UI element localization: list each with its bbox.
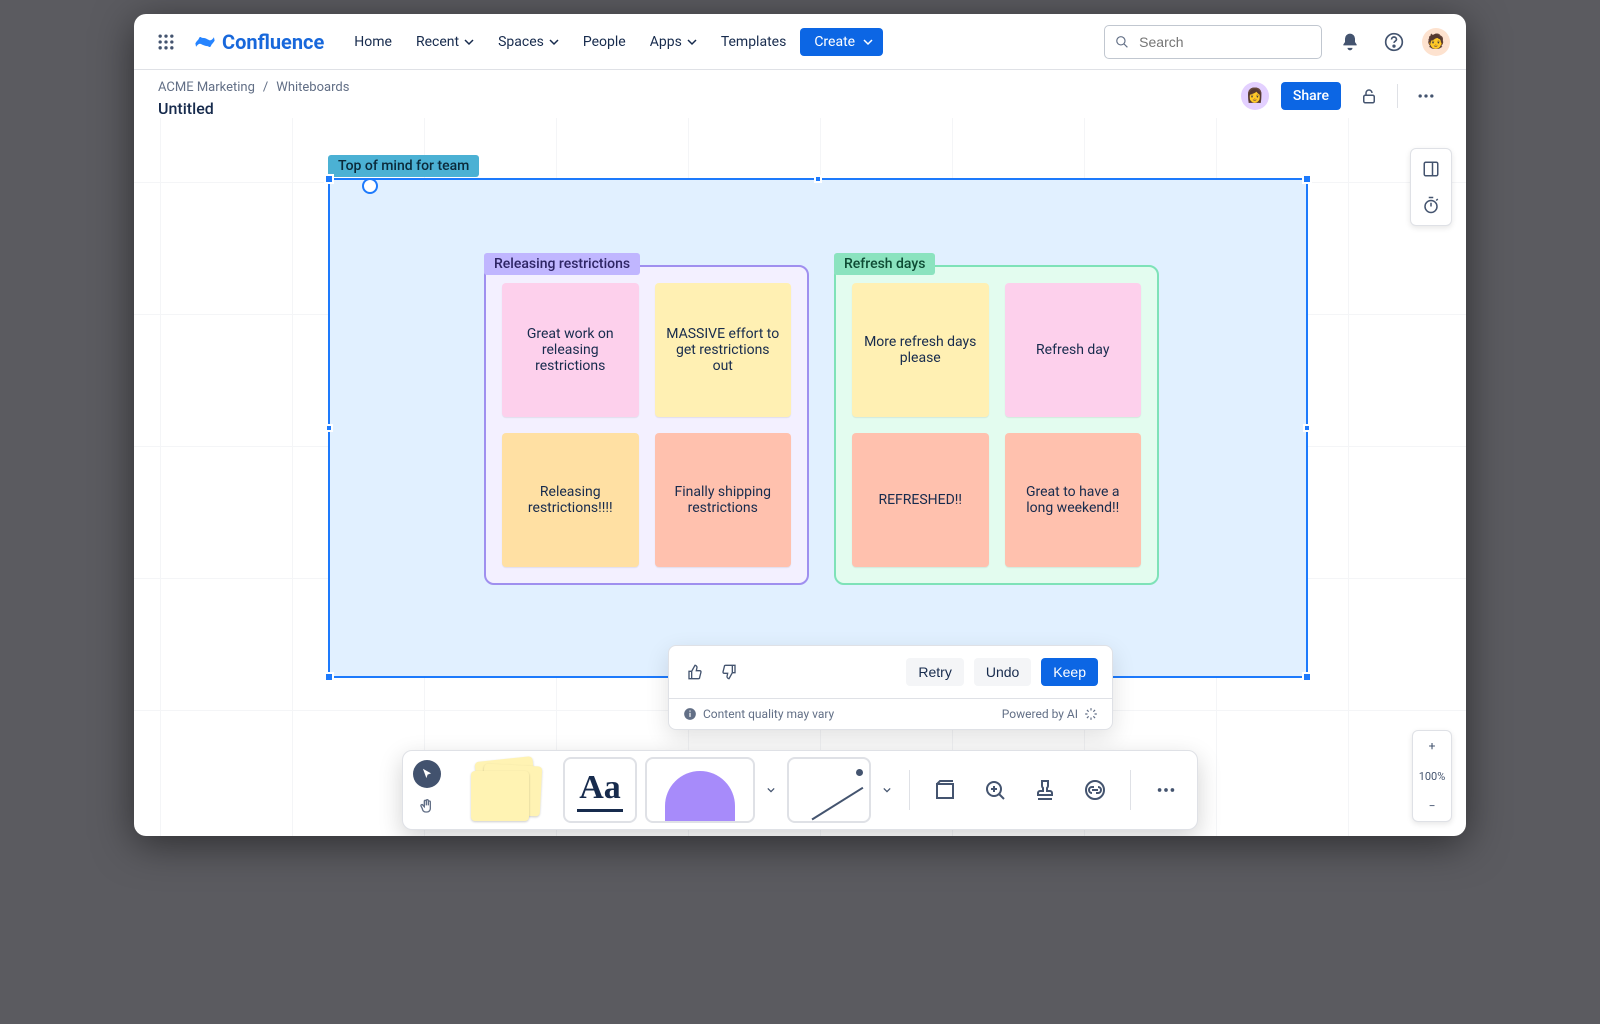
resize-handle[interactable] (814, 175, 822, 183)
ai-keep-button[interactable]: Keep (1041, 658, 1098, 686)
notifications-icon[interactable] (1334, 26, 1366, 58)
share-button[interactable]: Share (1281, 82, 1341, 110)
whiteboard-canvas[interactable]: Top of mind for team Releasing restricti… (134, 118, 1466, 836)
ai-undo-button[interactable]: Undo (974, 658, 1031, 686)
sticky-note[interactable]: Refresh day (1005, 283, 1142, 417)
resize-handle[interactable] (1302, 672, 1312, 682)
breadcrumb-page[interactable]: Whiteboards (276, 80, 349, 95)
resize-handle[interactable] (1303, 424, 1311, 432)
sticky-note[interactable]: Releasing restrictions!!!! (502, 433, 639, 567)
sticky-note[interactable]: More refresh days please (852, 283, 989, 417)
text-tool[interactable]: Aa (563, 757, 637, 823)
timer-icon[interactable] (1417, 191, 1445, 219)
panel-layout-icon[interactable] (1417, 155, 1445, 183)
chevron-down-icon (549, 37, 559, 47)
help-icon[interactable] (1378, 26, 1410, 58)
confluence-logo[interactable]: Confluence (194, 30, 324, 54)
bottom-toolbar: Aa (402, 750, 1198, 830)
brand-name: Confluence (222, 30, 324, 54)
nav-templates[interactable]: Templates (711, 28, 797, 56)
profile-avatar[interactable]: 🧑 (1422, 28, 1450, 56)
search-input[interactable] (1137, 33, 1311, 51)
sparkle-icon (1084, 707, 1098, 721)
resize-handle[interactable] (324, 174, 334, 184)
connector-dropdown[interactable] (879, 785, 895, 795)
more-tools-icon[interactable] (1145, 769, 1187, 811)
app-switcher-icon[interactable] (150, 26, 182, 58)
thumbs-down-icon[interactable] (717, 660, 741, 684)
restrictions-icon[interactable] (1353, 80, 1385, 112)
selection-frame[interactable]: Top of mind for team (328, 178, 1308, 678)
create-button[interactable]: Create (800, 28, 883, 56)
chevron-down-icon (464, 37, 474, 47)
resize-handle[interactable] (1302, 174, 1312, 184)
ai-disclaimer: Content quality may vary (703, 707, 834, 721)
sticky-note[interactable]: Finally shipping restrictions (655, 433, 792, 567)
nav-home[interactable]: Home (344, 28, 402, 56)
sticky-note[interactable]: MASSIVE effort to get restrictions out (655, 283, 792, 417)
zoom-level: 100% (1413, 761, 1451, 791)
resize-handle[interactable] (324, 672, 334, 682)
stamp-tool-icon[interactable] (1024, 769, 1066, 811)
breadcrumb-space[interactable]: ACME Marketing (158, 80, 255, 95)
shape-tool[interactable] (645, 757, 755, 823)
zoom-out-button[interactable]: − (1413, 791, 1451, 821)
thumbs-up-icon[interactable] (683, 660, 707, 684)
sticky-note[interactable]: Great to have a long weekend!! (1005, 433, 1142, 567)
sticky-note[interactable]: Great work on releasing restrictions (502, 283, 639, 417)
frame-tool-icon[interactable] (924, 769, 966, 811)
page-title[interactable]: Untitled (158, 99, 349, 118)
sticky-note-tool[interactable] (455, 757, 555, 823)
group-label[interactable]: Releasing restrictions (484, 253, 640, 275)
shape-dropdown[interactable] (763, 785, 779, 795)
zoom-controls: + 100% − (1412, 730, 1452, 822)
top-nav: Confluence Home Recent Spaces People App… (134, 14, 1466, 70)
search-icon (1115, 34, 1129, 50)
collaborator-avatar[interactable]: 👩 (1241, 82, 1269, 110)
link-tool-icon[interactable] (1074, 769, 1116, 811)
nav-spaces[interactable]: Spaces (488, 28, 569, 56)
group-label[interactable]: Refresh days (834, 253, 935, 275)
hand-mode-button[interactable] (413, 792, 441, 820)
nav-apps[interactable]: Apps (640, 28, 707, 56)
pointer-mode-button[interactable] (413, 760, 441, 788)
group-releasing-restrictions[interactable]: Releasing restrictions Great work on rel… (484, 265, 809, 585)
right-rail (1410, 148, 1452, 226)
chevron-down-icon (687, 37, 697, 47)
nav-recent[interactable]: Recent (406, 28, 484, 56)
more-actions-icon[interactable] (1410, 80, 1442, 112)
sticky-note[interactable]: REFRESHED!! (852, 433, 989, 567)
page-header: ACME Marketing / Whiteboards Untitled 👩 … (134, 70, 1466, 118)
info-icon (683, 707, 697, 721)
chevron-down-icon (863, 37, 873, 47)
nav-people[interactable]: People (573, 28, 636, 56)
connector-tool[interactable] (787, 757, 871, 823)
ai-retry-button[interactable]: Retry (906, 658, 963, 686)
breadcrumb: ACME Marketing / Whiteboards (158, 80, 349, 95)
rotate-handle[interactable] (362, 178, 378, 194)
resize-handle[interactable] (325, 424, 333, 432)
search-box[interactable] (1104, 25, 1322, 59)
ai-powered-label: Powered by AI (1002, 707, 1078, 721)
smart-section-icon[interactable] (974, 769, 1016, 811)
group-refresh-days[interactable]: Refresh days More refresh days pleaseRef… (834, 265, 1159, 585)
frame-label[interactable]: Top of mind for team (328, 155, 479, 177)
zoom-in-button[interactable]: + (1413, 731, 1451, 761)
ai-response-panel: Retry Undo Keep Content quality may vary… (668, 645, 1113, 730)
